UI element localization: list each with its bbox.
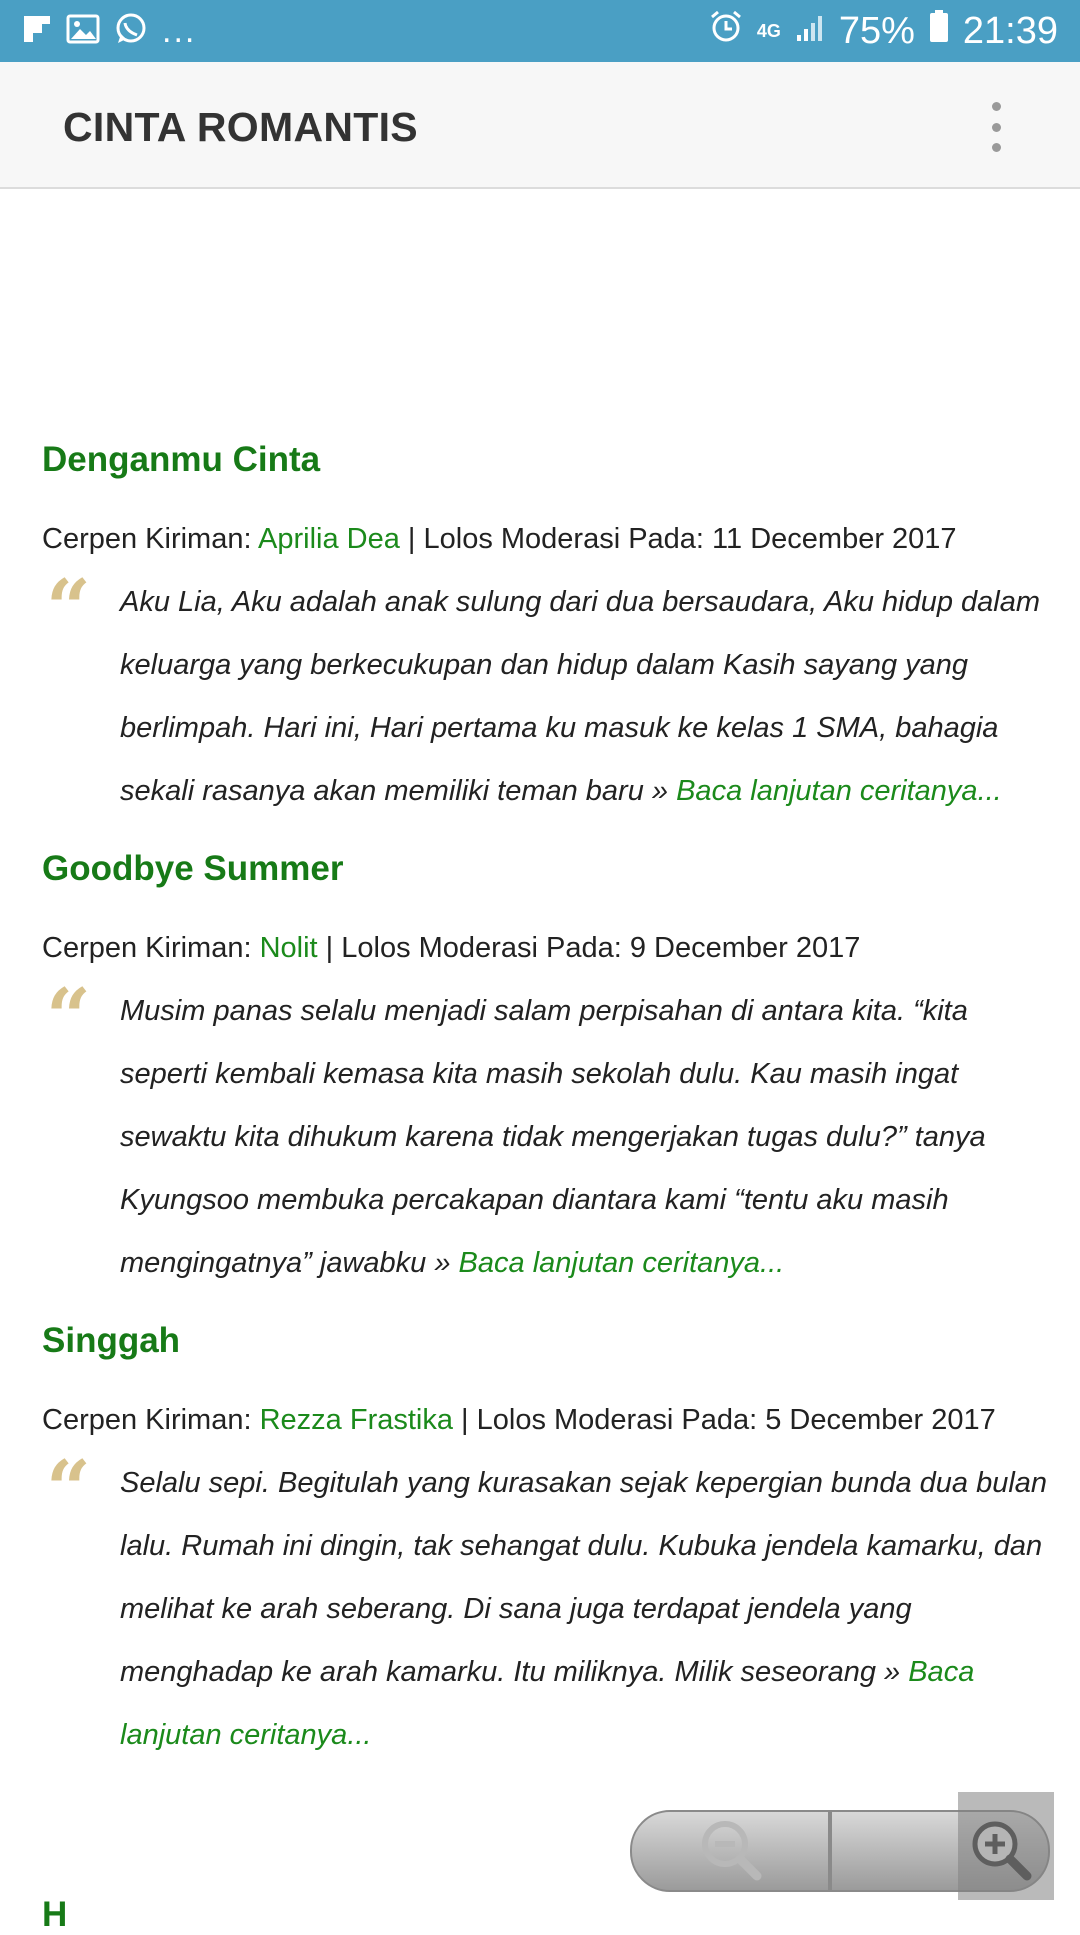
story-excerpt: “ Aku Lia, Aku adalah anak sulung dari d… xyxy=(42,563,1052,823)
author-link[interactable]: Aprilia Dea xyxy=(258,523,400,555)
excerpt-text: Aku Lia, Aku adalah anak sulung dari dua… xyxy=(120,586,1041,807)
story-title[interactable]: Singgah xyxy=(42,1311,1052,1371)
story-title[interactable]: Denganmu Cinta xyxy=(42,430,1052,490)
battery-percent: 75% xyxy=(838,9,915,52)
more-notifications: ... xyxy=(162,11,197,50)
clock: 21:39 xyxy=(962,9,1058,52)
zoom-overlay xyxy=(958,1792,1054,1900)
whatsapp-icon xyxy=(114,12,148,51)
meta-suffix: | Lolos Moderasi Pada: 5 December 2017 xyxy=(452,1404,996,1436)
story-excerpt: “ Musim panas selalu menjadi salam perpi… xyxy=(42,972,1052,1295)
alarm-icon xyxy=(709,9,743,53)
excerpt-text: Selalu sepi. Begitulah yang kurasakan se… xyxy=(120,1467,1048,1688)
story-title[interactable]: Goodbye Summer xyxy=(42,839,1052,899)
author-link[interactable]: Nolit xyxy=(260,932,318,964)
app-bar: CINTA ROMANTIS xyxy=(0,62,1080,189)
meta-prefix: Cerpen Kiriman: xyxy=(42,932,260,964)
battery-icon xyxy=(929,9,949,53)
overflow-menu-icon[interactable] xyxy=(978,102,1014,152)
quote-icon: “ xyxy=(46,563,91,654)
meta-suffix: | Lolos Moderasi Pada: 11 December 2017 xyxy=(399,523,957,555)
read-more-link[interactable]: Baca lanjutan ceritanya... xyxy=(676,775,1002,807)
story-excerpt: “ Selalu sepi. Begitulah yang kurasakan … xyxy=(42,1444,1052,1767)
excerpt-text: Musim panas selalu menjadi salam perpisa… xyxy=(120,995,986,1279)
flipboard-icon xyxy=(22,14,52,49)
gallery-icon xyxy=(66,14,100,49)
zoom-out-button[interactable] xyxy=(630,1810,830,1892)
story-list: Denganmu Cinta Cerpen Kiriman: Aprilia D… xyxy=(42,430,1052,1783)
meta-suffix: | Lolos Moderasi Pada: 9 December 2017 xyxy=(317,932,861,964)
story-title-partial[interactable]: H xyxy=(42,1895,67,1935)
meta-prefix: Cerpen Kiriman: xyxy=(42,1404,260,1436)
notification-icons: ... xyxy=(0,12,196,51)
signal-icon xyxy=(795,10,825,53)
system-icons: 4G 75% 21:39 xyxy=(709,9,1080,53)
author-link[interactable]: Rezza Frastika xyxy=(260,1404,453,1436)
story-item: Singgah Cerpen Kiriman: Rezza Frastika |… xyxy=(42,1311,1052,1767)
meta-prefix: Cerpen Kiriman: xyxy=(42,523,258,555)
story-meta: Cerpen Kiriman: Rezza Frastika | Lolos M… xyxy=(42,1389,1052,1452)
story-meta: Cerpen Kiriman: Aprilia Dea | Lolos Mode… xyxy=(42,508,1052,571)
zoom-out-icon xyxy=(695,1814,765,1889)
story-item: Goodbye Summer Cerpen Kiriman: Nolit | L… xyxy=(42,839,1052,1295)
read-more-link[interactable]: Baca lanjutan ceritanya... xyxy=(459,1247,785,1279)
page-title: CINTA ROMANTIS xyxy=(63,104,418,150)
quote-icon: “ xyxy=(46,972,91,1063)
story-meta: Cerpen Kiriman: Nolit | Lolos Moderasi P… xyxy=(42,917,1052,980)
status-bar: ... 4G 75% 21:39 xyxy=(0,0,1080,62)
network-4g-icon: 4G xyxy=(756,21,781,41)
quote-icon: “ xyxy=(46,1444,91,1535)
story-item: Denganmu Cinta Cerpen Kiriman: Aprilia D… xyxy=(42,430,1052,823)
